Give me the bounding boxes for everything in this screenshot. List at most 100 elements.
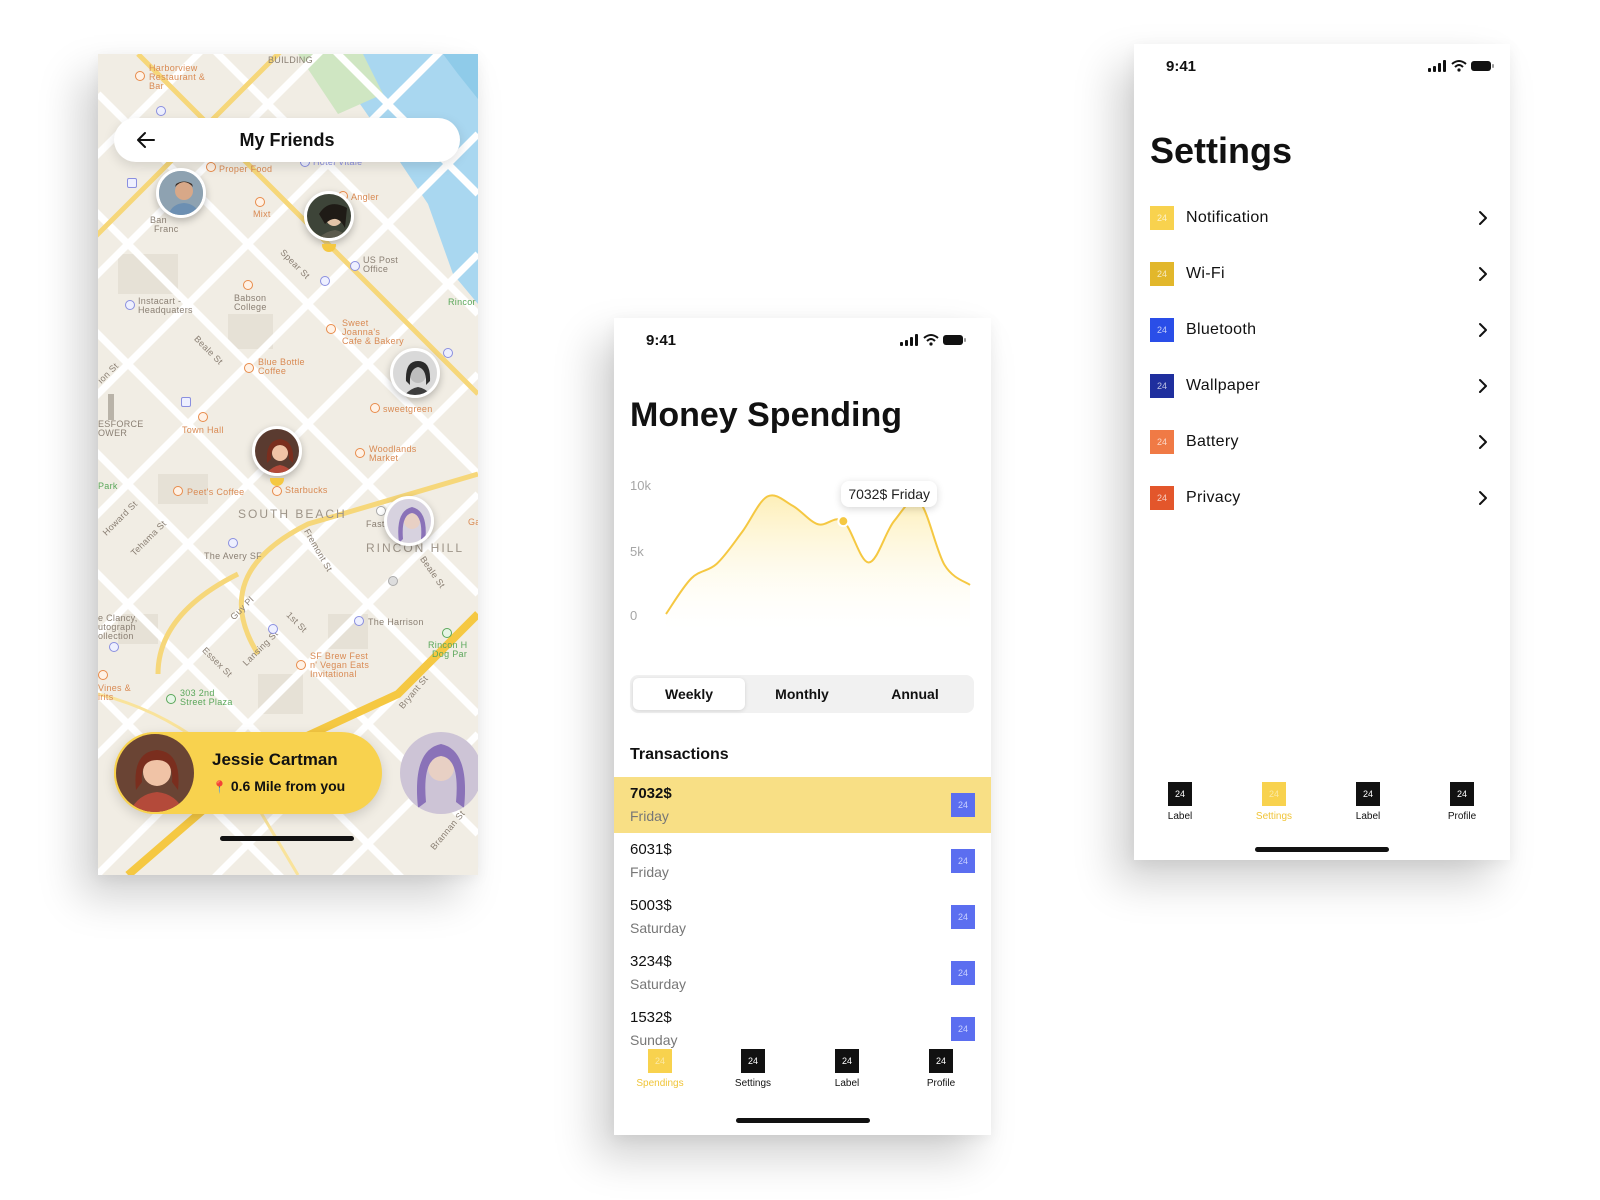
notification-icon: 24 (1150, 206, 1174, 230)
transaction-icon: 24 (951, 849, 975, 873)
status-time: 9:41 (646, 332, 677, 349)
settings-item-wallpaper[interactable]: 24 Wallpaper (1150, 374, 1494, 398)
map-label: Ga (468, 517, 478, 527)
settings-item-privacy[interactable]: 24 Privacy (1150, 486, 1494, 510)
map-label: Proper Food (219, 164, 273, 174)
status-bar-icons (1428, 60, 1494, 72)
settings-screen: 9:41 Settings 24 Notification 24 Wi-Fi 2… (1134, 44, 1510, 860)
settings-item-label: Battery (1186, 433, 1239, 450)
transaction-row[interactable]: 5003$ Saturday 24 (614, 889, 991, 945)
segment-monthly[interactable]: Monthly (746, 678, 858, 710)
tab-icon: 24 (835, 1049, 859, 1073)
segment-annual[interactable]: Annual (859, 678, 971, 710)
transaction-icon: 24 (951, 793, 975, 817)
map-label: Coffee (258, 366, 287, 376)
map-label: Franc (154, 224, 179, 234)
tab-spendings[interactable]: 24 Spendings (620, 1049, 700, 1089)
transaction-row[interactable]: 1532$ Sunday 24 (614, 1001, 991, 1048)
wifi-icon (923, 334, 939, 342)
friend-card[interactable]: Jessie Cartman 📍 0.6 Mile from you (114, 732, 382, 814)
friends-map-screen: Harborview Restaurant & Bar BUILDING Pro… (98, 54, 478, 875)
tab-profile[interactable]: 24 Profile (901, 1049, 981, 1089)
map-label: SOUTH BEACH (238, 507, 347, 521)
settings-item-label: Wallpaper (1186, 377, 1261, 394)
map-label: Market (369, 453, 399, 463)
map-label: irits (98, 692, 114, 702)
map-label: Town Hall (182, 425, 224, 435)
chevron-right-icon (1479, 379, 1487, 393)
map-label: Rincor (448, 297, 476, 307)
map-label: Angler (351, 192, 379, 202)
chevron-right-icon (1479, 211, 1487, 225)
tab-label: Label (1355, 811, 1381, 822)
friend-avatar-pin[interactable] (252, 426, 302, 476)
settings-item-battery[interactable]: 24 Battery (1150, 430, 1494, 454)
home-indicator[interactable] (220, 836, 354, 841)
tab-bar: 24 Spendings 24 Settings 24 Label 24 Pro… (614, 1049, 991, 1099)
map-label: BUILDING (268, 55, 313, 65)
map-label: Park (98, 481, 118, 491)
chart-area (666, 495, 970, 630)
map-header: My Friends (114, 118, 460, 162)
tab-settings[interactable]: 24 Settings (1234, 782, 1314, 822)
tab-icon: 24 (1450, 782, 1474, 806)
battery-icon (943, 335, 963, 345)
page-title: Settings (1150, 130, 1293, 171)
settings-item-wifi[interactable]: 24 Wi-Fi (1150, 262, 1494, 286)
transaction-row[interactable]: 7032$ Friday 24 (614, 777, 991, 833)
battery-setting-icon: 24 (1150, 430, 1174, 454)
transaction-row[interactable]: 6031$ Friday 24 (614, 833, 991, 889)
tab-profile[interactable]: 24 Profile (1422, 782, 1502, 822)
tab-label-item[interactable]: 24 Label (807, 1049, 887, 1089)
transaction-day: Saturday (630, 920, 687, 936)
transaction-row[interactable]: 3234$ Saturday 24 (614, 945, 991, 1001)
page-title: My Friends (239, 130, 335, 150)
signal-icon (1428, 60, 1446, 72)
signal-icon (900, 334, 918, 346)
section-title: Transactions (630, 746, 729, 763)
settings-item-bluetooth[interactable]: 24 Bluetooth (1150, 318, 1494, 342)
settings-item-label: Privacy (1186, 489, 1241, 506)
settings-item-label: Wi-Fi (1186, 265, 1225, 282)
period-segmented-control: Weekly Monthly Annual (630, 675, 974, 713)
distance-text: 0.6 Mile from you (230, 778, 346, 794)
map-label: Street Plaza (180, 697, 233, 707)
transaction-day: Friday (630, 808, 669, 824)
tab-icon: 24 (929, 1049, 953, 1073)
transaction-amount: 3234$ (630, 953, 672, 970)
tab-icon: 24 (741, 1049, 765, 1073)
transaction-icon: 24 (951, 1017, 975, 1041)
tab-label-item[interactable]: 24 Label (1140, 782, 1220, 822)
wifi-icon (1451, 60, 1467, 68)
map-label: ollection (98, 631, 134, 641)
map-label: Cafe & Bakery (342, 336, 404, 346)
tab-label-item[interactable]: 24 Label (1328, 782, 1408, 822)
next-friend-avatar[interactable] (400, 732, 478, 814)
status-time: 9:41 (1166, 58, 1197, 75)
transaction-day: Saturday (630, 976, 687, 992)
transaction-amount: 1532$ (630, 1009, 672, 1026)
money-spending-screen: 9:41 Money Spending 10k 5k 0 7032$ Frida… (614, 318, 991, 1135)
segment-weekly[interactable]: Weekly (633, 678, 745, 710)
map-label: Peet's Coffee (187, 487, 245, 497)
tab-icon: 24 (1168, 782, 1192, 806)
friend-avatar-pin[interactable] (156, 168, 206, 218)
wifi-setting-icon: 24 (1150, 262, 1174, 286)
tab-label: Settings (1255, 811, 1293, 822)
transaction-icon: 24 (951, 905, 975, 929)
map-label: sweetgreen (383, 404, 433, 414)
tab-label: Profile (1447, 811, 1477, 822)
home-indicator[interactable] (736, 1118, 870, 1123)
home-indicator[interactable] (1255, 847, 1389, 852)
map-label: Fast (366, 519, 385, 529)
tab-settings[interactable]: 24 Settings (713, 1049, 793, 1089)
friend-avatar-pin[interactable] (384, 496, 434, 546)
map-label: Bar (149, 81, 164, 91)
friend-avatar-pin[interactable] (304, 191, 354, 241)
settings-item-notification[interactable]: 24 Notification (1150, 206, 1494, 230)
friend-avatar-pin[interactable] (390, 348, 440, 398)
chart-highlight-point (837, 515, 850, 528)
transaction-icon: 24 (951, 961, 975, 985)
privacy-icon: 24 (1150, 486, 1174, 510)
chart-tooltip: 7032$ Friday (841, 481, 938, 508)
